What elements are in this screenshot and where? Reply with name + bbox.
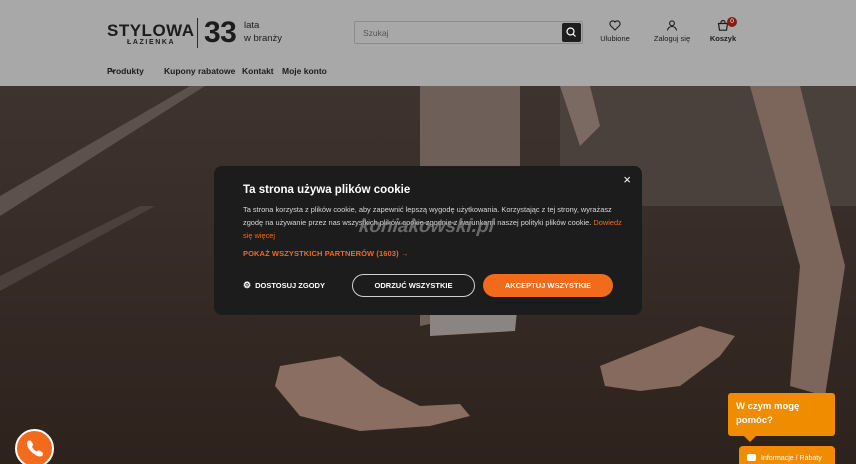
nav-item-account[interactable]: Moje konto (282, 66, 327, 76)
nav-item-products-label: Produkty (107, 66, 144, 76)
search-button[interactable] (562, 23, 581, 42)
logo-years-text-2: w branży (244, 33, 283, 44)
cookie-title: Ta strona używa plików cookie (243, 184, 411, 196)
chat-icon (747, 454, 756, 461)
watermark: koniakowski.pl (357, 216, 496, 237)
search-box (354, 21, 583, 44)
login-label: Zaloguj się (653, 34, 691, 43)
logo-divider (197, 18, 198, 48)
nav-item-products[interactable]: Produkty (107, 66, 144, 76)
site-header: STYLOWA ŁAZIENKA 33 lata w branży Ulubio… (0, 0, 856, 86)
reject-all-button[interactable]: ODRZUĆ WSZYSTKIE (352, 274, 475, 297)
gear-icon: ⚙ (243, 280, 252, 290)
phone-call-button[interactable] (15, 429, 54, 464)
login-link[interactable]: Zaloguj się (652, 20, 692, 43)
logo-sub: ŁAZIENKA (127, 39, 176, 46)
chat-tab[interactable]: Informacje / Rabaty (739, 446, 835, 464)
favorites-link[interactable]: Ulubione (598, 20, 632, 43)
user-icon (666, 20, 678, 31)
favorites-label: Ulubione (600, 34, 630, 43)
logo-years: 33 (204, 16, 237, 49)
search-input[interactable] (363, 24, 558, 41)
cookie-consent-dialog: × Ta strona używa plików cookie Ta stron… (214, 166, 642, 315)
customize-consent-button[interactable]: ⚙ DOSTOSUJ ZGODY (243, 280, 325, 291)
chat-prompt-bubble[interactable]: W czym mogę pomóc? (728, 393, 835, 442)
accept-all-button[interactable]: AKCEPTUJ WSZYSTKIE (483, 274, 613, 297)
cart-count-badge: 0 (727, 17, 737, 27)
show-partners-link[interactable]: POKAŻ WSZYSTKICH PARTNERÓW (1603) → (243, 249, 408, 258)
search-icon (566, 27, 576, 37)
heart-icon (609, 20, 621, 31)
customize-label: DOSTOSUJ ZGODY (255, 281, 325, 290)
nav-item-contact[interactable]: Kontakt (242, 66, 274, 76)
nav-item-coupons[interactable]: Kupony rabatowe (164, 66, 235, 76)
phone-icon (27, 440, 43, 457)
close-icon[interactable]: × (623, 172, 631, 187)
store-logo[interactable]: STYLOWA ŁAZIENKA 33 lata w branży (107, 16, 289, 49)
cart-label: Koszyk (709, 34, 737, 43)
logo-brand: STYLOWA (107, 21, 195, 40)
chat-tab-label: Informacje / Rabaty (761, 455, 822, 462)
logo-years-text-1: lata (244, 20, 260, 31)
